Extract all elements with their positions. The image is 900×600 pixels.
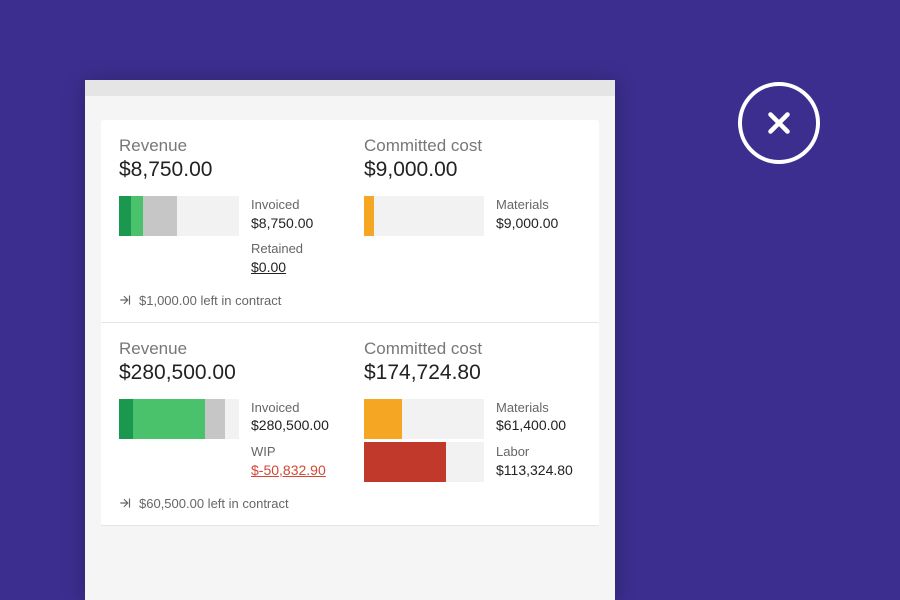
cost-legend: Materials$9,000.00 [496,196,558,240]
legend-item: Materials$61,400.00 [496,399,573,435]
arrow-right-icon [119,496,133,510]
cost-section: Committed cost $9,000.00 Materials$9,000… [364,136,581,308]
revenue-section: Revenue $280,500.00 Invoiced$280,500.00W… [119,339,336,511]
revenue-title: Revenue [119,136,336,156]
window-titlebar [85,80,615,96]
chart-bar-row [119,196,239,236]
cost-chart [364,196,484,239]
legend-item: Invoiced$8,750.00 [251,196,313,232]
cost-legend: Materials$61,400.00 Labor$113,324.80 [496,399,573,488]
legend-value: $0.00 [251,258,313,277]
chart-bar-segment [364,399,402,439]
chart-bar-segment [133,399,205,439]
legend-value: $-50,832.90 [251,461,329,480]
project-card: Revenue $280,500.00 Invoiced$280,500.00W… [101,323,599,526]
revenue-total: $8,750.00 [119,158,336,182]
legend-item: Materials$9,000.00 [496,196,558,232]
legend-item: Labor$113,324.80 [496,443,573,479]
revenue-chart [119,196,239,239]
revenue-legend: Invoiced$8,750.00 Retained$0.00 [251,196,313,285]
revenue-footnote: $60,500.00 left in contract [119,496,336,511]
legend-value: $113,324.80 [496,461,573,480]
revenue-total: $280,500.00 [119,361,336,385]
legend-label: WIP [251,443,329,461]
cost-title: Committed cost [364,339,581,359]
close-button[interactable] [738,82,820,164]
chart-bar-segment [205,399,224,439]
footnote-text: $1,000.00 left in contract [139,293,281,308]
legend-value: $9,000.00 [496,214,558,233]
cost-chart [364,399,484,485]
legend-value: $61,400.00 [496,416,573,435]
cost-section: Committed cost $174,724.80 Materials$61,… [364,339,581,511]
chart-bar-segment [364,442,446,482]
legend-label: Retained [251,240,313,258]
legend-label: Materials [496,399,573,417]
revenue-legend: Invoiced$280,500.00 WIP$-50,832.90 [251,399,329,488]
legend-value: $8,750.00 [251,214,313,233]
close-icon [762,106,796,140]
revenue-chart [119,399,239,442]
legend-value: $280,500.00 [251,416,329,435]
cost-total: $174,724.80 [364,361,581,385]
legend-label: Materials [496,196,558,214]
legend-label: Invoiced [251,399,329,417]
revenue-section: Revenue $8,750.00 Invoiced$8,750.00Retai… [119,136,336,308]
chart-bar-segment [131,196,143,236]
arrow-right-icon [119,293,133,307]
cost-total: $9,000.00 [364,158,581,182]
legend-item: Invoiced$280,500.00 [251,399,329,435]
legend-label: Labor [496,443,573,461]
project-card: Revenue $8,750.00 Invoiced$8,750.00Retai… [101,120,599,323]
chart-bar-row [364,442,484,482]
dashboard-content: Revenue $8,750.00 Invoiced$8,750.00Retai… [85,96,615,526]
chart-bar-segment [119,196,131,236]
chart-bar-segment [119,399,133,439]
chart-bar-row [364,399,484,439]
chart-bar-segment [143,196,177,236]
app-window: Revenue $8,750.00 Invoiced$8,750.00Retai… [85,80,615,600]
legend-label: Invoiced [251,196,313,214]
cost-title: Committed cost [364,136,581,156]
revenue-title: Revenue [119,339,336,359]
chart-bar-row [364,196,484,236]
chart-bar-row [119,399,239,439]
revenue-footnote: $1,000.00 left in contract [119,293,336,308]
legend-item: Retained$0.00 [251,240,313,276]
footnote-text: $60,500.00 left in contract [139,496,289,511]
chart-bar-segment [364,196,374,236]
legend-item: WIP$-50,832.90 [251,443,329,479]
